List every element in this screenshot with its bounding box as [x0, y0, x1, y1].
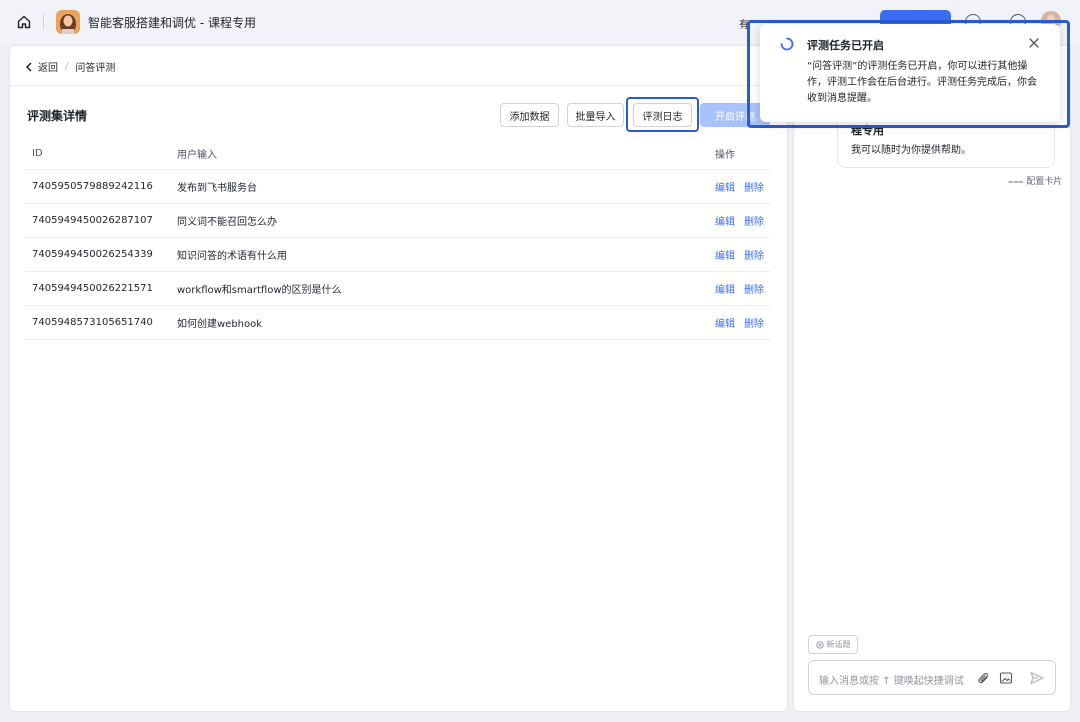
row-input: 发布到飞书服务台 [177, 183, 257, 194]
row-id: 7405948573105651740 [32, 317, 153, 328]
debug-panel: 程专用 我可以随时为你提供帮助。 ⩶ 配置卡片 新话题 输入消息或按 ↑ 键唤起… [793, 45, 1071, 712]
new-topic-label: 新话题 [826, 640, 851, 649]
toast-title: 评测任务已开启 [807, 39, 884, 52]
send-icon[interactable] [1029, 670, 1045, 686]
delete-link[interactable]: 删除 [744, 315, 764, 330]
table-row: 7405949450026221571 workflow和smartflow的区… [25, 272, 771, 306]
edit-link[interactable]: 编辑 [715, 315, 735, 330]
row-actions: 编辑 删除 [715, 247, 771, 262]
table-row: 7405949450026287107 同义词不能召回怎么办 编辑 删除 [25, 204, 771, 238]
chat-input[interactable]: 输入消息或按 ↑ 键唤起快捷调试 [808, 660, 1056, 695]
toast-notification: 评测任务已开启 “问答评测”的评测任务已开启，你可以进行其他操作，评测工作会在后… [760, 24, 1060, 122]
header-user-input: 用户输入 [177, 150, 217, 161]
chevron-left-icon[interactable] [25, 61, 33, 72]
row-actions: 编辑 删除 [715, 179, 771, 194]
config-card-icon: ⩶ [1008, 177, 1027, 187]
edit-link[interactable]: 编辑 [715, 247, 735, 262]
config-card-label: 配置卡片 [1026, 177, 1063, 187]
table-row: 7405950579889242116 发布到飞书服务台 编辑 删除 [25, 170, 771, 204]
new-topic-button[interactable]: 新话题 [808, 635, 858, 654]
row-input: 同义词不能召回怎么办 [177, 217, 277, 228]
row-id: 7405949450026287107 [32, 215, 153, 226]
back-link[interactable]: 返回 [38, 59, 58, 74]
section-title: 评测集详情 [27, 109, 88, 123]
row-input: workflow和smartflow的区别是什么 [177, 285, 342, 296]
eval-log-button[interactable]: 评测日志 [633, 103, 692, 127]
batch-import-button[interactable]: 批量导入 [567, 103, 624, 127]
close-icon[interactable] [1028, 37, 1040, 49]
edit-link[interactable]: 编辑 [715, 179, 735, 194]
edit-link[interactable]: 编辑 [715, 281, 735, 296]
table-row: 7405948573105651740 如何创建webhook 编辑 删除 [25, 306, 771, 340]
app-title: 智能客服搭建和调优 - 课程专用 [88, 16, 256, 30]
table-header: ID 用户输入 操作 [25, 138, 771, 170]
breadcrumb: 返回 / 问答评测 [25, 59, 115, 74]
delete-link[interactable]: 删除 [744, 213, 764, 228]
breadcrumb-separator: / [65, 61, 69, 72]
header-divider [10, 85, 787, 86]
toast-body: “问答评测”的评测任务已开启，你可以进行其他操作，评测工作会在后台进行。评测任务… [807, 61, 1037, 104]
edit-link[interactable]: 编辑 [715, 213, 735, 228]
loading-spinner-icon [780, 37, 794, 51]
row-actions: 编辑 删除 [715, 281, 771, 296]
top-divider [43, 14, 44, 30]
config-card-link[interactable]: ⩶ 配置卡片 [1008, 174, 1062, 187]
main-panel: 返回 / 问答评测 评测集详情 添加数据 批量导入 评测日志 开启评测 ID 用… [9, 45, 788, 712]
row-id: 7405949450026254339 [32, 249, 153, 260]
home-icon[interactable] [16, 14, 32, 30]
eval-table: ID 用户输入 操作 7405950579889242116 发布到飞书服务台 … [25, 138, 771, 340]
attachment-icon[interactable] [977, 671, 991, 685]
delete-link[interactable]: 删除 [744, 281, 764, 296]
delete-link[interactable]: 删除 [744, 179, 764, 194]
table-row: 7405949450026254339 知识问答的术语有什么用 编辑 删除 [25, 238, 771, 272]
image-icon[interactable] [999, 671, 1013, 685]
row-actions: 编辑 删除 [715, 213, 771, 228]
row-actions: 编辑 删除 [715, 315, 771, 330]
header-actions: 操作 [715, 150, 735, 161]
app-avatar [56, 10, 80, 34]
welcome-card-text: 我可以随时为你提供帮助。 [851, 145, 971, 156]
header-id: ID [32, 148, 43, 159]
row-id: 7405950579889242116 [32, 181, 153, 192]
row-input: 如何创建webhook [177, 319, 263, 330]
row-id: 7405949450026221571 [32, 283, 153, 294]
chat-input-placeholder: 输入消息或按 ↑ 键唤起快捷调试 [819, 676, 964, 687]
breadcrumb-current: 问答评测 [75, 63, 116, 74]
add-data-button[interactable]: 添加数据 [500, 103, 559, 127]
row-input: 知识问答的术语有什么用 [177, 251, 287, 262]
delete-link[interactable]: 删除 [744, 247, 764, 262]
new-topic-icon [815, 640, 824, 649]
